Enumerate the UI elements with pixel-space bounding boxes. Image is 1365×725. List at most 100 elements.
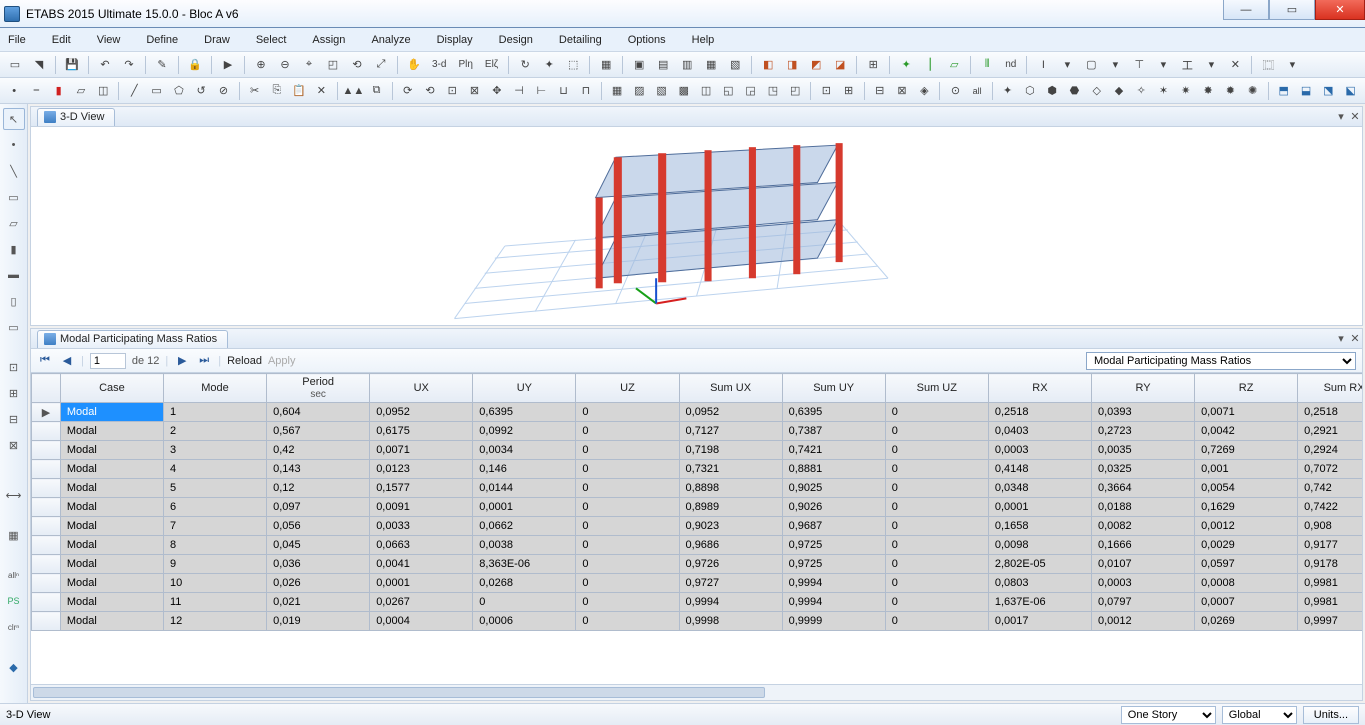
mesh4-icon[interactable]: ▩ bbox=[674, 80, 694, 102]
chevron-down-icon[interactable]: ▾ bbox=[1056, 54, 1078, 76]
draw-beam-icon[interactable]: ▭ bbox=[3, 316, 25, 338]
draw-area-icon[interactable]: ▱ bbox=[3, 212, 25, 234]
sel-line-icon[interactable]: ╱ bbox=[124, 80, 144, 102]
point-sel-icon[interactable]: • bbox=[4, 80, 24, 102]
table-row[interactable]: Modal20,5670,61750,099200,71270,738700,0… bbox=[32, 422, 1363, 441]
all-label[interactable]: all bbox=[968, 80, 987, 102]
undo-icon[interactable]: ↶ bbox=[94, 54, 116, 76]
table-pane-close-icon[interactable]: ✕ bbox=[1348, 332, 1362, 345]
sel3-icon[interactable]: ⊞ bbox=[3, 382, 25, 404]
pan-icon[interactable]: ✋ bbox=[403, 54, 425, 76]
display-forces-icon[interactable]: ▦ bbox=[700, 54, 722, 76]
display-deformed-icon[interactable]: ▥ bbox=[676, 54, 698, 76]
asn3-icon[interactable]: ⬢ bbox=[1042, 80, 1062, 102]
menu-analyze[interactable]: Analyze bbox=[367, 32, 414, 48]
edit4-icon[interactable]: ⊠ bbox=[464, 80, 484, 102]
col-sel-icon[interactable]: ▮ bbox=[49, 80, 69, 102]
mesh8-icon[interactable]: ◳ bbox=[763, 80, 783, 102]
mesh1-icon[interactable]: ▦ bbox=[607, 80, 627, 102]
col-sum-ux[interactable]: Sum UX bbox=[679, 374, 782, 403]
frame-icon[interactable]: ⎮ bbox=[919, 54, 941, 76]
alln-icon[interactable]: allⁿ bbox=[3, 564, 25, 586]
mesh3-icon[interactable]: ▧ bbox=[651, 80, 671, 102]
delete-icon[interactable]: ✕ bbox=[311, 80, 331, 102]
table-row[interactable]: Modal80,0450,06630,003800,96860,972500,0… bbox=[32, 536, 1363, 555]
asn5-icon[interactable]: ◇ bbox=[1087, 80, 1107, 102]
rebar-icon[interactable]: ⫴ bbox=[976, 54, 998, 76]
rotate-icon[interactable]: ↻ bbox=[514, 54, 536, 76]
sel5-icon[interactable]: ⊠ bbox=[3, 434, 25, 456]
object-icon[interactable]: ⬚ bbox=[562, 54, 584, 76]
open-icon[interactable]: ◥ bbox=[28, 54, 50, 76]
nav-page-input[interactable] bbox=[90, 353, 126, 369]
clr-icon[interactable]: clrⁿ bbox=[3, 616, 25, 638]
pointer-icon[interactable]: ↖ bbox=[3, 108, 25, 130]
display-undeformed-icon[interactable]: ▣ bbox=[628, 54, 650, 76]
col-uy[interactable]: UY bbox=[473, 374, 576, 403]
draw-joint-icon[interactable]: • bbox=[3, 134, 25, 156]
coord-select[interactable]: Global bbox=[1222, 706, 1297, 724]
viewport-3d[interactable] bbox=[31, 127, 1362, 325]
menu-detailing[interactable]: Detailing bbox=[555, 32, 606, 48]
trim-icon[interactable]: ⊣ bbox=[509, 80, 529, 102]
extend-icon[interactable]: ⊢ bbox=[531, 80, 551, 102]
detailing-icon[interactable]: ⊞ bbox=[862, 54, 884, 76]
col-case[interactable]: Case bbox=[60, 374, 163, 403]
ps-icon[interactable]: PS bbox=[3, 590, 25, 612]
section-h-icon[interactable]: 工 bbox=[1176, 54, 1198, 76]
mirror-icon[interactable]: ▲▲ bbox=[342, 80, 364, 102]
sel-clear-icon[interactable]: ⊘ bbox=[213, 80, 233, 102]
chevron-down-icon[interactable]: ▾ bbox=[1152, 54, 1174, 76]
move-icon[interactable]: ✥ bbox=[487, 80, 507, 102]
nav-next-icon[interactable]: ▶ bbox=[174, 354, 190, 367]
pencil-icon[interactable]: ✎ bbox=[151, 54, 173, 76]
perspective-icon[interactable]: ✦ bbox=[538, 54, 560, 76]
draw-col-icon[interactable]: ▯ bbox=[3, 290, 25, 312]
zoom-rect-icon[interactable]: ◰ bbox=[322, 54, 344, 76]
asn10-icon[interactable]: ✸ bbox=[1198, 80, 1218, 102]
clear-icon[interactable]: ✕ bbox=[1224, 54, 1246, 76]
zoom-prev-icon[interactable]: ⟲ bbox=[346, 54, 368, 76]
col-period-sec[interactable]: Periodsec bbox=[267, 374, 370, 403]
mesh9-icon[interactable]: ◰ bbox=[785, 80, 805, 102]
set-display-icon[interactable]: ▦ bbox=[595, 54, 617, 76]
snap2-icon[interactable]: ⊞ bbox=[838, 80, 858, 102]
asn4-icon[interactable]: ⬣ bbox=[1064, 80, 1084, 102]
menu-help[interactable]: Help bbox=[688, 32, 719, 48]
nav-prev-icon[interactable]: ◀ bbox=[59, 354, 75, 367]
asn9-icon[interactable]: ✷ bbox=[1176, 80, 1196, 102]
horizontal-scrollbar[interactable] bbox=[31, 684, 1362, 700]
copy-icon[interactable]: ⎘ bbox=[267, 80, 287, 102]
paste-icon[interactable]: 📋 bbox=[289, 80, 309, 102]
mesh7-icon[interactable]: ◲ bbox=[741, 80, 761, 102]
concrete-design-icon[interactable]: ◨ bbox=[781, 54, 803, 76]
area-sel-icon[interactable]: ▱ bbox=[71, 80, 91, 102]
menu-define[interactable]: Define bbox=[142, 32, 182, 48]
draw-wall-icon[interactable]: ▮ bbox=[3, 238, 25, 260]
line-sel-icon[interactable]: ⎯ bbox=[26, 80, 46, 102]
ext3-icon[interactable]: ⬔ bbox=[1318, 80, 1338, 102]
menu-file[interactable]: File bbox=[4, 32, 30, 48]
snap6-icon[interactable]: ⊙ bbox=[945, 80, 965, 102]
shear-design-icon[interactable]: ◪ bbox=[829, 54, 851, 76]
steel-design-icon[interactable]: ◧ bbox=[757, 54, 779, 76]
table-select[interactable]: Modal Participating Mass Ratios bbox=[1086, 352, 1356, 370]
plan-icon[interactable]: Plη bbox=[453, 54, 477, 76]
nav-last-icon[interactable]: ⏭ bbox=[196, 354, 212, 367]
zoom-out-icon[interactable]: ⊖ bbox=[274, 54, 296, 76]
tab-modal-table[interactable]: Modal Participating Mass Ratios bbox=[37, 330, 228, 348]
sel-icon[interactable]: ◫ bbox=[93, 80, 113, 102]
edit2-icon[interactable]: ⟲ bbox=[420, 80, 440, 102]
table-row[interactable]: Modal30,420,00710,003400,71980,742100,00… bbox=[32, 441, 1363, 460]
chevron-down-icon[interactable]: ▾ bbox=[1200, 54, 1222, 76]
section-i-icon[interactable]: I bbox=[1032, 54, 1054, 76]
col-ux[interactable]: UX bbox=[370, 374, 473, 403]
display-load-icon[interactable]: ▤ bbox=[652, 54, 674, 76]
table-row[interactable]: ▶Modal10,6040,09520,639500,09520,639500,… bbox=[32, 403, 1363, 422]
lock-icon[interactable]: 🔒 bbox=[184, 54, 206, 76]
tab-3d-view[interactable]: 3-D View bbox=[37, 108, 115, 126]
draw-line-icon[interactable]: ╲ bbox=[3, 160, 25, 182]
close-button[interactable]: ✕ bbox=[1315, 0, 1365, 20]
sel-poly-icon[interactable]: ⬠ bbox=[169, 80, 189, 102]
grid-wrap[interactable]: CaseModePeriodsecUXUYUZSum UXSum UYSum U… bbox=[31, 373, 1362, 684]
